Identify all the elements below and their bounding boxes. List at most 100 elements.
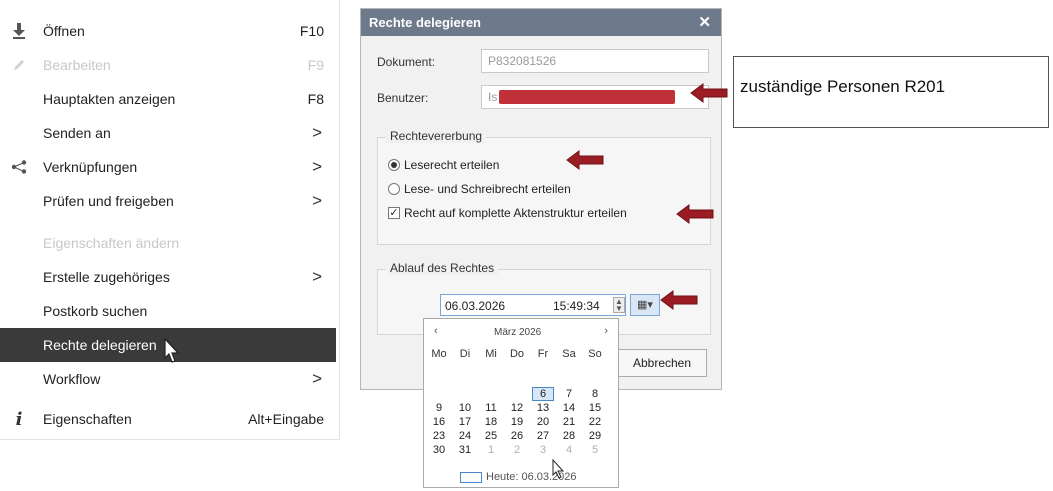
calendar-day[interactable]: 13 [532,401,554,415]
menu-item-pruefen[interactable]: Prüfen und freigeben > [0,184,336,218]
menu-item-label: Workflow [43,371,101,387]
weekday-header: Mi [485,348,497,360]
calendar-day[interactable]: 17 [454,415,476,429]
menu-item-label: Bearbeiten [43,57,111,73]
annotation-arrow-icon [566,150,604,170]
menu-item-shortcut: Alt+Eingabe [248,411,324,427]
annotation-callout: zuständige Personen R201 [733,56,1049,128]
calendar-day[interactable]: 21 [558,415,580,429]
menu-item-label: Senden an [43,125,111,141]
radio-label: Lese- und Schreibrecht erteilen [404,182,571,196]
calendar-day-next-month[interactable]: 1 [480,443,502,457]
checkbox-aktenstruktur[interactable]: ✓ Recht auf komplette Aktenstruktur erte… [388,206,627,220]
previous-month-button[interactable]: ‹ [434,325,438,337]
menu-item-workflow[interactable]: Workflow > [0,362,336,396]
expiry-date-input[interactable]: 06.03.2026 15:49:34 ▲ ▼ [440,294,626,316]
menu-item-oeffnen[interactable]: Öffnen F10 [0,14,336,48]
calendar-dropdown-button[interactable]: ▦▾ [630,294,660,316]
calendar-day-next-month[interactable]: 3 [532,443,554,457]
menu-item-label: Eigenschaften [43,411,132,427]
menu-item-label: Prüfen und freigeben [43,193,174,209]
dokument-label: Dokument: [377,55,436,69]
calendar-day[interactable]: 20 [532,415,554,429]
dialog-title: Rechte delegieren [369,15,481,30]
menu-item-erstelle-zugehoeriges[interactable]: Erstelle zugehöriges > [0,260,336,294]
benutzer-label: Benutzer: [377,91,429,105]
spinner-icon[interactable]: ▲ ▼ [613,297,625,313]
calendar-day[interactable]: 29 [584,429,606,443]
calendar-day-selected[interactable]: 6 [532,387,554,401]
calendar-day[interactable]: 18 [480,415,502,429]
chevron-right-icon: > [312,267,322,286]
mouse-cursor-icon [552,459,565,479]
checkbox-checked[interactable]: ✓ [388,207,400,219]
calendar-day[interactable]: 8 [584,387,606,401]
calendar-day-next-month[interactable]: 5 [584,443,606,457]
weekday-header: So [588,348,602,360]
radio-leserecht[interactable]: Leserecht erteilen [388,158,499,172]
rechtevererbung-group: Rechtevererbung Leserecht erteilen Lese-… [377,129,711,245]
menu-item-verknuepfungen[interactable]: Verknüpfungen > [0,150,336,184]
calendar-day[interactable]: 12 [506,401,528,415]
annotation-arrow-icon [676,204,714,224]
dialog-titlebar: Rechte delegieren ✕ [361,9,721,36]
menu-item-bearbeiten: Bearbeiten F9 [0,48,336,82]
weekday-header: Mo [431,348,447,360]
menu-item-eigenschaften-aendern: Eigenschaften ändern [0,226,336,260]
annotation-arrow-icon [690,83,728,103]
today-marker-icon [460,471,482,483]
menu-item-postkorb[interactable]: Postkorb suchen [0,294,336,328]
calendar-day[interactable]: 31 [454,443,476,457]
menu-item-label: Öffnen [43,23,85,39]
calendar-day[interactable]: 11 [480,401,502,415]
menu-item-shortcut: F8 [307,91,324,107]
checkbox-label: Recht auf komplette Aktenstruktur erteil… [404,206,627,220]
radio-label: Leserecht erteilen [404,158,500,172]
calendar-day-next-month[interactable]: 4 [558,443,580,457]
calendar-day[interactable]: 9 [428,401,450,415]
chevron-right-icon: > [312,157,322,176]
radio-lese-schreibrecht[interactable]: Lese- und Schreibrecht erteilen [388,182,571,196]
menu-item-label: Rechte delegieren [43,337,157,353]
download-icon [10,22,28,40]
calendar-day[interactable]: 7 [558,387,580,401]
menu-item-senden-an[interactable]: Senden an > [0,116,336,150]
calendar-day-next-month[interactable]: 2 [506,443,528,457]
calendar-day[interactable]: 24 [454,429,476,443]
menu-item-label: Postkorb suchen [43,303,148,319]
close-icon[interactable]: ✕ [698,13,711,31]
ablauf-legend: Ablauf des Rechtes [386,261,499,275]
calendar-day[interactable]: 27 [532,429,554,443]
next-month-button[interactable]: › [604,325,608,337]
weekday-header: Sa [562,348,576,360]
calendar-day[interactable]: 25 [480,429,502,443]
calendar-day[interactable]: 16 [428,415,450,429]
menu-item-eigenschaften[interactable]: i Eigenschaften Alt+Eingabe [0,402,336,436]
calendar-day[interactable]: 26 [506,429,528,443]
info-icon: i [15,408,23,430]
cancel-button[interactable]: Abbrechen [617,349,707,377]
menu-item-label: Erstelle zugehöriges [43,269,170,285]
date-value: 06.03.2026 [445,299,506,313]
calendar-day[interactable]: 10 [454,401,476,415]
calendar-day[interactable]: 22 [584,415,606,429]
radio-button[interactable] [388,183,400,195]
radio-button-checked[interactable] [388,159,400,171]
calendar-popup: ‹ März 2026 › Mo Di Mi Do Fr Sa So 6 7 8… [423,318,619,488]
calendar-day[interactable]: 28 [558,429,580,443]
menu-item-hauptakten[interactable]: Hauptakten anzeigen F8 [0,82,336,116]
edit-icon [10,56,28,74]
time-value: 15:49:34 [553,299,600,313]
weekday-header: Fr [537,348,549,360]
calendar-month-label: März 2026 [494,327,542,338]
calendar-day[interactable]: 15 [584,401,606,415]
calendar-day[interactable]: 30 [428,443,450,457]
chevron-right-icon: > [312,191,322,210]
calendar-day[interactable]: 19 [506,415,528,429]
calendar-day[interactable]: 23 [428,429,450,443]
menu-item-shortcut: F9 [307,57,324,73]
rechtevererbung-legend: Rechtevererbung [386,129,487,143]
calendar-icon: ▦▾ [637,299,653,311]
calendar-day[interactable]: 14 [558,401,580,415]
dokument-field[interactable]: P832081526 [481,49,709,73]
